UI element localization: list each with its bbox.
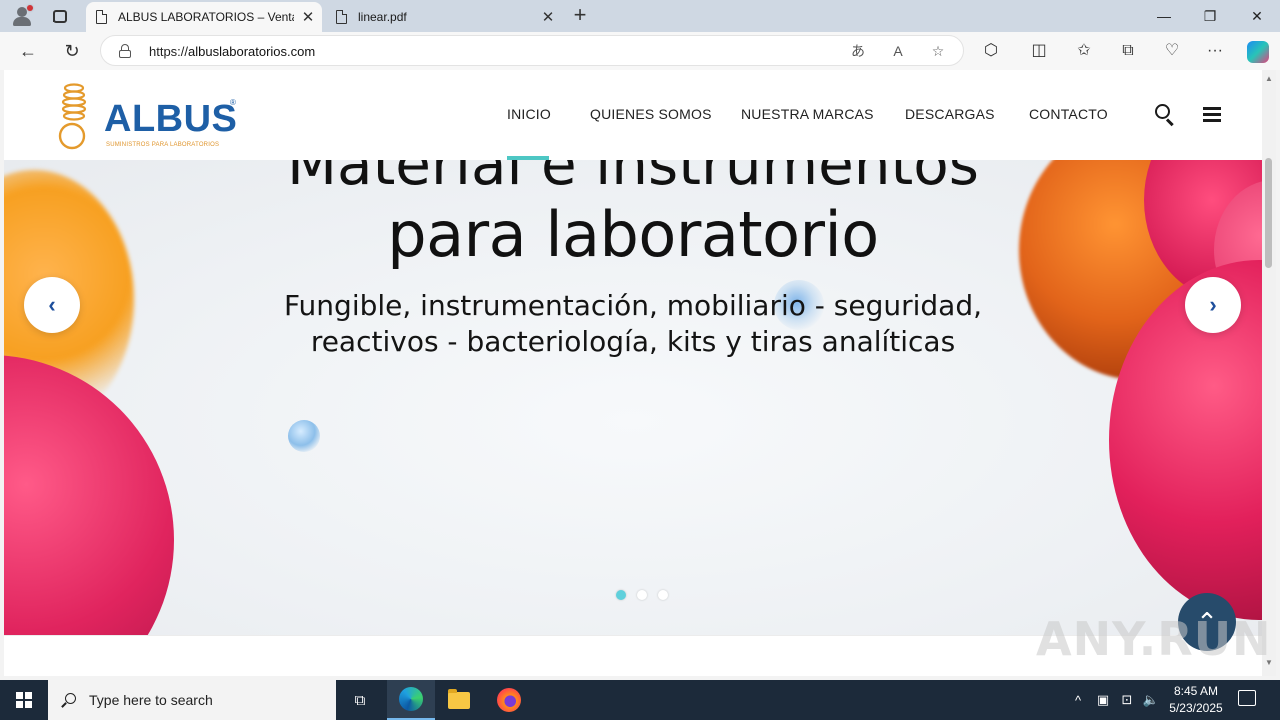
taskbar-search-box[interactable]: Type here to search — [48, 680, 336, 720]
slider-dot-3[interactable] — [658, 590, 668, 600]
browser-essentials-icon[interactable]: ♡ — [1160, 40, 1184, 62]
logo-registered: ® — [230, 98, 236, 107]
lock-icon[interactable] — [119, 44, 131, 58]
close-window-button[interactable]: ✕ — [1234, 0, 1280, 32]
notification-icon[interactable] — [1238, 690, 1256, 706]
windows-taskbar: Type here to search ⧉ ^ ▣ ⊡ 🔈 8:45 AM 5/… — [0, 680, 1280, 720]
hero-subtitle: Fungible, instrumentación, mobiliario - … — [4, 288, 1262, 360]
network-icon[interactable]: ⊡ — [1117, 680, 1137, 720]
tab-linear-pdf[interactable]: linear.pdf ✕ — [326, 2, 562, 32]
extensions-icon[interactable]: ⬡ — [979, 40, 1003, 62]
firefox-icon — [497, 688, 521, 712]
taskbar-edge[interactable] — [387, 680, 435, 720]
logo-tagline: SUMINISTROS PARA LABORATORIOS — [106, 142, 220, 148]
decorative-pink-sphere — [4, 355, 174, 635]
search-icon[interactable] — [1155, 104, 1177, 127]
hero-subtitle-line1: Fungible, instrumentación, mobiliario - … — [283, 289, 983, 322]
more-options-icon[interactable]: ··· — [1203, 40, 1227, 62]
slider-dot-1[interactable] — [616, 590, 626, 600]
page-scrollbar[interactable]: ▲ ▼ — [1262, 70, 1276, 676]
read-aloud-icon[interactable]: A — [887, 41, 909, 61]
page-viewport: Material e instrumentos para laboratorio… — [4, 70, 1262, 676]
chevron-right-icon: › — [1209, 292, 1217, 317]
scroll-up-arrow-icon[interactable]: ▲ — [1264, 74, 1274, 83]
hero-subtitle-line2: reactivos - bacteriología, kits y tiras … — [310, 325, 956, 358]
task-view-icon[interactable]: ⧉ — [336, 680, 384, 720]
volume-icon[interactable]: 🔈 — [1141, 680, 1161, 720]
favorite-star-icon[interactable]: ☆ — [927, 41, 949, 61]
clock-time: 8:45 AM — [1173, 684, 1219, 698]
page-icon — [96, 10, 107, 24]
logo-brand: ALBUS — [104, 98, 238, 140]
slider-prev-button[interactable]: ‹ — [24, 277, 80, 333]
collections-icon[interactable]: ⧉ — [1116, 40, 1140, 62]
split-screen-icon[interactable]: ◫ — [1027, 40, 1051, 62]
hero-slider: Material e instrumentos para laboratorio… — [4, 160, 1262, 635]
url-text[interactable]: https://albuslaboratorios.com — [149, 44, 315, 59]
show-hidden-icons[interactable]: ^ — [1068, 680, 1088, 720]
profile-icon[interactable] — [10, 4, 34, 28]
slider-next-button[interactable]: › — [1185, 277, 1241, 333]
new-tab-button[interactable]: + — [566, 4, 594, 28]
back-button[interactable]: ← — [14, 38, 42, 64]
tab-title: ALBUS LABORATORIOS – Venta d — [118, 10, 294, 24]
copilot-icon[interactable] — [1247, 41, 1269, 63]
tab-albus[interactable]: ALBUS LABORATORIOS – Venta d ✕ — [86, 2, 322, 32]
site-header: ALBUS ® SUMINISTROS PARA LABORATORIOS IN… — [4, 70, 1262, 160]
browser-tab-bar: ALBUS LABORATORIOS – Venta d ✕ linear.pd… — [0, 0, 1280, 32]
device-icon[interactable]: ▣ — [1093, 680, 1113, 720]
edge-icon — [399, 687, 423, 711]
taskbar-file-explorer[interactable] — [435, 680, 483, 720]
taskbar-search-placeholder: Type here to search — [89, 692, 213, 708]
nav-active-indicator — [507, 156, 549, 160]
favorites-icon[interactable]: ✩ — [1072, 40, 1096, 62]
refresh-button[interactable]: ↻ — [58, 38, 86, 64]
minimize-button[interactable]: — — [1141, 0, 1187, 32]
taskbar-firefox[interactable] — [485, 680, 533, 720]
chevron-left-icon: ‹ — [48, 292, 56, 317]
spring-flask-icon — [58, 83, 87, 150]
tab-actions-icon[interactable] — [48, 4, 72, 28]
start-button[interactable] — [0, 680, 48, 720]
decorative-blue-ball — [288, 420, 320, 452]
windows-logo-icon — [16, 692, 32, 708]
slider-dot-2[interactable] — [637, 590, 647, 600]
browser-toolbar: ← ↻ https://albuslaboratorios.com あ A ☆ … — [0, 32, 1280, 70]
folder-icon — [448, 688, 470, 709]
address-bar[interactable]: https://albuslaboratorios.com あ A ☆ — [100, 35, 964, 66]
hamburger-menu-icon[interactable] — [1203, 107, 1221, 122]
hero-heading-line1: Material e instrumentos — [286, 160, 979, 198]
translate-icon[interactable]: あ — [847, 41, 869, 61]
restore-button[interactable]: ❐ — [1187, 0, 1233, 32]
nav-quienes-somos[interactable]: QUIENES SOMOS — [590, 106, 712, 122]
anyrun-watermark: ANY.RUN — [1036, 612, 1272, 666]
scrollbar-thumb[interactable] — [1265, 158, 1272, 268]
nav-descargas[interactable]: DESCARGAS — [905, 106, 995, 122]
page-icon — [336, 10, 347, 24]
nav-inicio[interactable]: INICIO — [507, 106, 551, 122]
clock-date: 5/23/2025 — [1169, 701, 1223, 715]
tab-title: linear.pdf — [358, 10, 407, 24]
nav-contacto[interactable]: CONTACTO — [1029, 106, 1108, 122]
hero-heading-line2: para laboratorio — [387, 198, 879, 271]
nav-nuestra-marcas[interactable]: NUESTRA MARCAS — [741, 106, 874, 122]
search-icon — [61, 692, 77, 708]
close-tab-icon[interactable]: ✕ — [534, 8, 562, 26]
taskbar-clock[interactable]: 8:45 AM 5/23/2025 — [1164, 683, 1228, 717]
albus-logo[interactable]: ALBUS ® SUMINISTROS PARA LABORATORIOS — [50, 80, 240, 152]
close-tab-icon[interactable]: ✕ — [294, 8, 322, 26]
